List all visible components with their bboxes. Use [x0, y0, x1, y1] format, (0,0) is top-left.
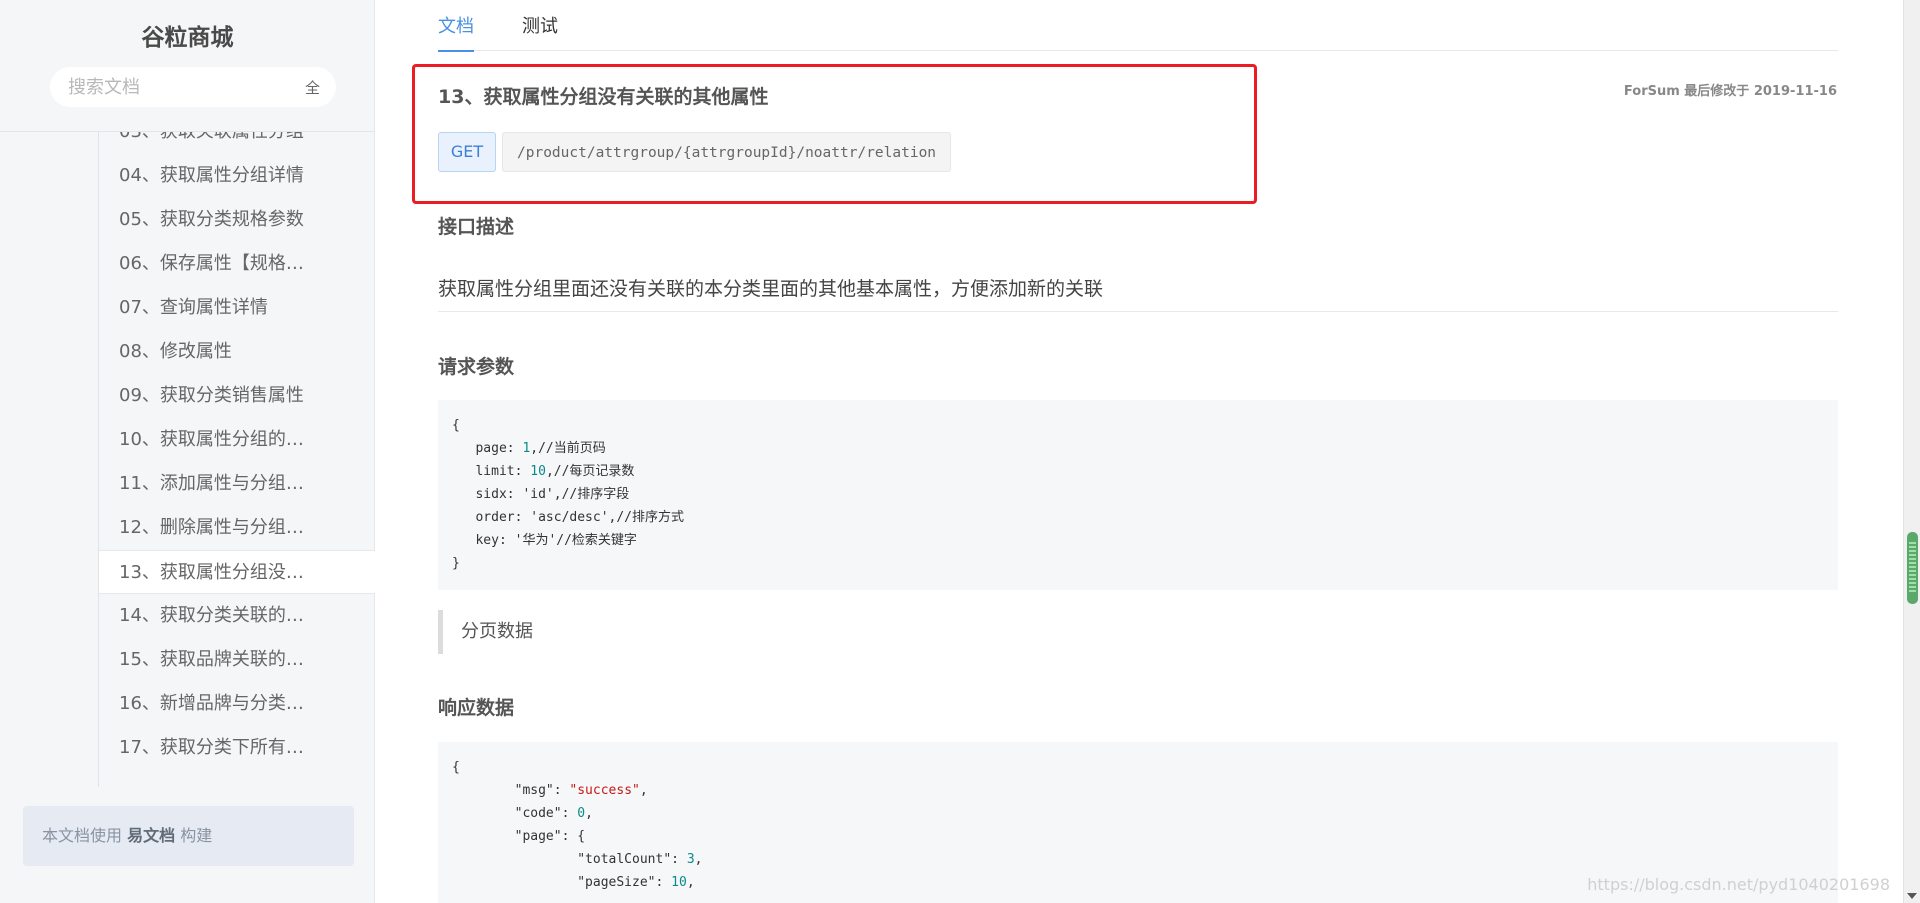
tab-docs[interactable]: 文档: [438, 12, 474, 52]
code-rest: ,: [639, 783, 648, 798]
code-line: }: [452, 556, 460, 571]
sidebar-item-05[interactable]: 05、获取分类规格参数: [99, 198, 375, 242]
tab-test[interactable]: 测试: [522, 12, 558, 50]
search-box[interactable]: 全: [50, 67, 336, 107]
scroll-down-arrow-icon[interactable]: [1907, 893, 1917, 899]
code-rest: ,//当前页码: [530, 441, 606, 456]
sidebar-item-15[interactable]: 15、获取品牌关联的…: [99, 638, 375, 682]
code-rest: ,: [686, 875, 695, 890]
response-heading: 响应数据: [438, 697, 515, 719]
sidebar-item-11[interactable]: 11、添加属性与分组…: [99, 462, 375, 506]
code-rest: ,//每页记录数: [545, 464, 635, 479]
divider: [438, 311, 1838, 312]
sidebar-item-12[interactable]: 12、删除属性与分组…: [99, 506, 375, 550]
watermark: https://blog.csdn.net/pyd1040201698: [1587, 875, 1890, 894]
code-line: {: [452, 760, 460, 775]
doc-meta: ForSum 最后修改于 2019-11-16: [1623, 84, 1837, 99]
code-key: "code":: [452, 806, 578, 821]
code-line: sidx: 'id',//排序字段: [452, 487, 630, 502]
footer-suffix: 构建: [180, 826, 213, 845]
footer-brand-link[interactable]: 易文档: [127, 826, 175, 845]
code-number: 0: [577, 806, 586, 821]
code-string: "success": [569, 783, 640, 798]
sidebar-item-16[interactable]: 16、新增品牌与分类…: [99, 682, 375, 726]
sidebar-item-13-active[interactable]: 13、获取属性分组没…: [99, 550, 375, 594]
search-scope-toggle[interactable]: 全: [305, 77, 320, 98]
code-key: "msg":: [452, 783, 570, 798]
code-number: 10: [530, 464, 546, 479]
blockquote-paged-data: 分页数据: [438, 610, 533, 654]
code-line: {: [452, 418, 460, 433]
code-number: 10: [671, 875, 687, 890]
search-input[interactable]: [68, 67, 298, 107]
powered-by-footer: 本文档使用 易文档 构建: [23, 806, 354, 866]
scrollbar-thumb[interactable]: [1907, 532, 1918, 604]
doc-title: 13、获取属性分组没有关联的其他属性: [438, 86, 769, 108]
tab-bar: 文档 测试: [438, 0, 1838, 52]
sidebar-item-09[interactable]: 09、获取分类销售属性: [99, 374, 375, 418]
footer-prefix: 本文档使用: [42, 826, 123, 845]
sidebar-item-08[interactable]: 08、修改属性: [99, 330, 375, 374]
http-method-badge: GET: [438, 132, 496, 172]
sidebar-item-17[interactable]: 17、获取分类下所有…: [99, 726, 375, 770]
code-line: key: '华为'//检索关键字: [452, 533, 637, 548]
code-rest: ,: [585, 806, 593, 821]
endpoint-path: /product/attrgroup/{attrgroupId}/noattr/…: [502, 132, 952, 172]
sidebar-item-07[interactable]: 07、查询属性详情: [99, 286, 375, 330]
doc-nav-list: 03、获取关联属性分组 04、获取属性分组详情 05、获取分类规格参数 06、保…: [98, 132, 375, 787]
app-title: 谷粒商城: [141, 25, 234, 51]
code-rest: ,: [694, 852, 703, 867]
desc-text: 获取属性分组里面还没有关联的本分类里面的其他基本属性，方便添加新的关联: [438, 278, 1104, 300]
sidebar-item-06[interactable]: 06、保存属性【规格…: [99, 242, 375, 286]
code-key: limit:: [452, 464, 531, 479]
code-key: "pageSize":: [452, 875, 672, 890]
request-params-heading: 请求参数: [438, 356, 515, 378]
sidebar-item-04[interactable]: 04、获取属性分组详情: [99, 154, 375, 198]
sidebar-item-14[interactable]: 14、获取分类关联的…: [99, 594, 375, 638]
sidebar-item-10[interactable]: 10、获取属性分组的…: [99, 418, 375, 462]
code-key: "totalCount":: [452, 852, 687, 867]
vertical-scrollbar[interactable]: [1903, 0, 1920, 903]
code-line: "page": {: [452, 829, 586, 844]
sidebar: 谷粒商城 全 03、获取关联属性分组 04、获取属性分组详情 05、获取分类规格…: [0, 0, 375, 903]
request-code-block: { page: 1,//当前页码 limit: 10,//每页记录数 sidx:…: [438, 400, 1838, 590]
sidebar-item-03[interactable]: 03、获取关联属性分组: [99, 132, 375, 154]
code-line: order: 'asc/desc',//排序方式: [452, 510, 685, 525]
desc-heading: 接口描述: [438, 216, 515, 238]
code-key: page:: [452, 441, 523, 456]
code-number: 3: [686, 852, 695, 867]
